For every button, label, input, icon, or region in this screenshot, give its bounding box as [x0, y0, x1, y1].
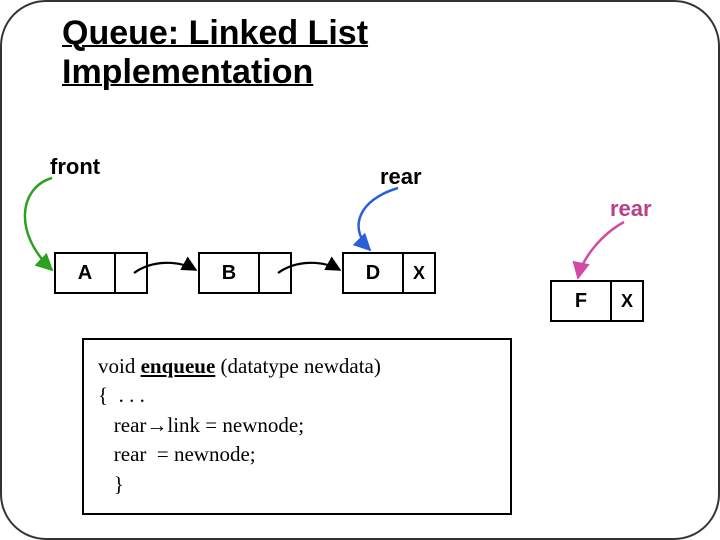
front-arrow [25, 178, 52, 270]
node-a-pointer [116, 254, 146, 292]
node-f-data: F [552, 282, 612, 320]
code-line-1: void enqueue (datatype newdata) [98, 352, 496, 381]
node-a-data: A [56, 254, 116, 292]
node-a: A [54, 252, 148, 294]
rear-label-new: rear [610, 196, 652, 222]
code-line-4: rear = newnode; [98, 440, 496, 469]
rear-old-arrow [359, 188, 398, 250]
title-line-1: Queue: Linked List [62, 14, 368, 52]
code-sig-suffix: (datatype newdata) [215, 354, 381, 378]
title-line-2: Implementation [62, 53, 313, 91]
node-d: D X [342, 252, 436, 294]
node-f-pointer: X [612, 282, 642, 320]
rear-label-old: rear [380, 164, 422, 190]
code-line-3: rear→link = newnode; [98, 411, 496, 440]
code-box: void enqueue (datatype newdata) { . . . … [82, 338, 512, 515]
node-b-pointer [260, 254, 290, 292]
node-b-data: B [200, 254, 260, 292]
rear-new-arrow [578, 222, 624, 278]
node-d-data: D [344, 254, 404, 292]
code-fn-name: enqueue [141, 354, 216, 378]
code-sig-prefix: void [98, 354, 141, 378]
front-label: front [50, 154, 100, 180]
slide-title: Queue: Linked List Implementation [62, 14, 368, 92]
code-line-2: { . . . [98, 381, 496, 410]
node-f: F X [550, 280, 644, 322]
node-b: B [198, 252, 292, 294]
slide-frame: Queue: Linked List Implementation front … [0, 0, 720, 540]
node-d-pointer: X [404, 254, 434, 292]
code-line-5: } [98, 470, 496, 499]
